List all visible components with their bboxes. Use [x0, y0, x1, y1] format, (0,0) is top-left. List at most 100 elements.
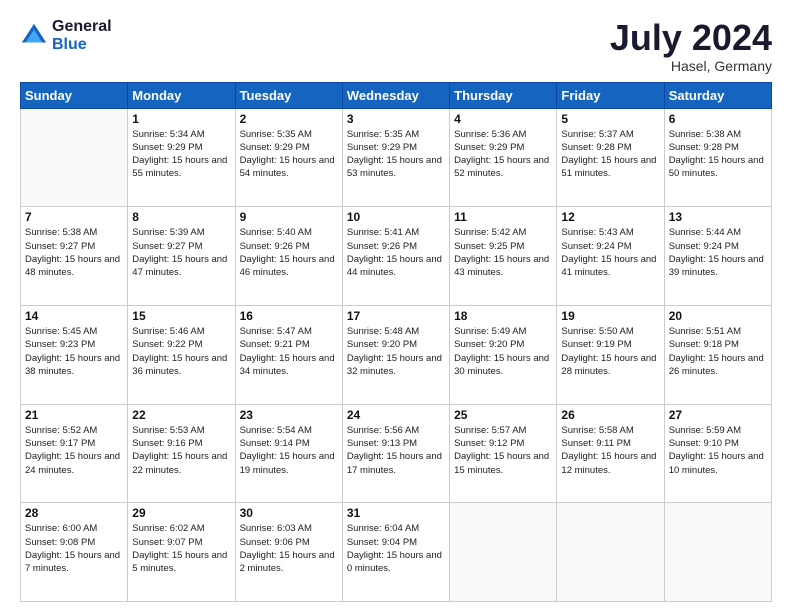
day-info: Sunrise: 5:37 AMSunset: 9:28 PMDaylight:…: [561, 128, 659, 181]
day-number: 28: [25, 506, 123, 520]
day-info: Sunrise: 5:38 AMSunset: 9:28 PMDaylight:…: [669, 128, 767, 181]
calendar-week-row: 21Sunrise: 5:52 AMSunset: 9:17 PMDayligh…: [21, 404, 772, 503]
day-number: 8: [132, 210, 230, 224]
table-row: 27 Sunrise: 5:59 AMSunset: 9:10 PMDayligh…: [664, 404, 771, 503]
table-row: 20Sunrise: 5:51 AMSunset: 9:18 PMDayligh…: [664, 305, 771, 404]
day-info: Sunrise: 5:34 AMSunset: 9:29 PMDaylight:…: [132, 128, 230, 181]
table-row: 1 Sunrise: 5:34 AMSunset: 9:29 PMDaylight…: [128, 108, 235, 207]
day-number: 1: [132, 112, 230, 126]
day-number: 13: [669, 210, 767, 224]
table-row: 14 Sunrise: 5:45 AMSunset: 9:23 PMDayligh…: [21, 305, 128, 404]
table-row: 19Sunrise: 5:50 AMSunset: 9:19 PMDayligh…: [557, 305, 664, 404]
table-row: 10 Sunrise: 5:41 AMSunset: 9:26 PMDayligh…: [342, 207, 449, 306]
table-row: 11 Sunrise: 5:42 AMSunset: 9:25 PMDayligh…: [450, 207, 557, 306]
day-number: 9: [240, 210, 338, 224]
day-info: Sunrise: 5:35 AMSunset: 9:29 PMDaylight:…: [240, 128, 338, 181]
calendar-week-row: 14 Sunrise: 5:45 AMSunset: 9:23 PMDayligh…: [21, 305, 772, 404]
table-row: [21, 108, 128, 207]
day-info: Sunrise: 5:58 AMSunset: 9:11 PMDaylight:…: [561, 424, 659, 477]
month-title: July 2024: [610, 18, 772, 58]
table-row: 24Sunrise: 5:56 AMSunset: 9:13 PMDayligh…: [342, 404, 449, 503]
day-info: Sunrise: 5:36 AMSunset: 9:29 PMDaylight:…: [454, 128, 552, 181]
day-info: Sunrise: 6:02 AMSunset: 9:07 PMDaylight:…: [132, 522, 230, 575]
title-area: July 2024 Hasel, Germany: [610, 18, 772, 74]
day-info: Sunrise: 6:03 AMSunset: 9:06 PMDaylight:…: [240, 522, 338, 575]
table-row: 6 Sunrise: 5:38 AMSunset: 9:28 PMDaylight…: [664, 108, 771, 207]
day-info: Sunrise: 5:48 AMSunset: 9:20 PMDaylight:…: [347, 325, 445, 378]
day-info: Sunrise: 5:44 AMSunset: 9:24 PMDaylight:…: [669, 226, 767, 279]
calendar-week-row: 1 Sunrise: 5:34 AMSunset: 9:29 PMDaylight…: [21, 108, 772, 207]
day-number: 10: [347, 210, 445, 224]
day-number: 26: [561, 408, 659, 422]
day-number: 27: [669, 408, 767, 422]
day-info: Sunrise: 5:39 AMSunset: 9:27 PMDaylight:…: [132, 226, 230, 279]
day-info: Sunrise: 6:00 AMSunset: 9:08 PMDaylight:…: [25, 522, 123, 575]
col-sunday: Sunday: [21, 82, 128, 108]
page: General Blue July 2024 Hasel, Germany Su…: [0, 0, 792, 612]
day-number: 11: [454, 210, 552, 224]
table-row: 7Sunrise: 5:38 AMSunset: 9:27 PMDaylight…: [21, 207, 128, 306]
calendar-body: 1 Sunrise: 5:34 AMSunset: 9:29 PMDaylight…: [21, 108, 772, 601]
day-number: 14: [25, 309, 123, 323]
day-number: 23: [240, 408, 338, 422]
table-row: 25Sunrise: 5:57 AMSunset: 9:12 PMDayligh…: [450, 404, 557, 503]
day-number: 17: [347, 309, 445, 323]
table-row: 2 Sunrise: 5:35 AMSunset: 9:29 PMDaylight…: [235, 108, 342, 207]
table-row: 28 Sunrise: 6:00 AMSunset: 9:08 PMDayligh…: [21, 503, 128, 602]
day-info: Sunrise: 5:50 AMSunset: 9:19 PMDaylight:…: [561, 325, 659, 378]
day-number: 12: [561, 210, 659, 224]
table-row: 29 Sunrise: 6:02 AMSunset: 9:07 PMDayligh…: [128, 503, 235, 602]
day-info: Sunrise: 5:40 AMSunset: 9:26 PMDaylight:…: [240, 226, 338, 279]
location: Hasel, Germany: [610, 58, 772, 74]
day-info: Sunrise: 5:41 AMSunset: 9:26 PMDaylight:…: [347, 226, 445, 279]
day-info: Sunrise: 5:35 AMSunset: 9:29 PMDaylight:…: [347, 128, 445, 181]
table-row: 17 Sunrise: 5:48 AMSunset: 9:20 PMDayligh…: [342, 305, 449, 404]
calendar-week-row: 7Sunrise: 5:38 AMSunset: 9:27 PMDaylight…: [21, 207, 772, 306]
table-row: 4 Sunrise: 5:36 AMSunset: 9:29 PMDaylight…: [450, 108, 557, 207]
day-info: Sunrise: 5:45 AMSunset: 9:23 PMDaylight:…: [25, 325, 123, 378]
day-number: 21: [25, 408, 123, 422]
day-info: Sunrise: 6:04 AMSunset: 9:04 PMDaylight:…: [347, 522, 445, 575]
table-row: 8 Sunrise: 5:39 AMSunset: 9:27 PMDaylight…: [128, 207, 235, 306]
calendar-table: Sunday Monday Tuesday Wednesday Thursday…: [20, 82, 772, 602]
day-number: 29: [132, 506, 230, 520]
table-row: [664, 503, 771, 602]
day-number: 18: [454, 309, 552, 323]
day-number: 7: [25, 210, 123, 224]
header: General Blue July 2024 Hasel, Germany: [20, 18, 772, 74]
day-number: 16: [240, 309, 338, 323]
day-number: 22: [132, 408, 230, 422]
day-info: Sunrise: 5:54 AMSunset: 9:14 PMDaylight:…: [240, 424, 338, 477]
table-row: 22 Sunrise: 5:53 AMSunset: 9:16 PMDayligh…: [128, 404, 235, 503]
day-number: 2: [240, 112, 338, 126]
day-number: 6: [669, 112, 767, 126]
table-row: 26 Sunrise: 5:58 AMSunset: 9:11 PMDayligh…: [557, 404, 664, 503]
table-row: 3 Sunrise: 5:35 AMSunset: 9:29 PMDaylight…: [342, 108, 449, 207]
table-row: [557, 503, 664, 602]
day-info: Sunrise: 5:59 AMSunset: 9:10 PMDaylight:…: [669, 424, 767, 477]
table-row: 23 Sunrise: 5:54 AMSunset: 9:14 PMDayligh…: [235, 404, 342, 503]
day-info: Sunrise: 5:42 AMSunset: 9:25 PMDaylight:…: [454, 226, 552, 279]
logo: General Blue: [20, 18, 112, 53]
day-number: 3: [347, 112, 445, 126]
day-info: Sunrise: 5:43 AMSunset: 9:24 PMDaylight:…: [561, 226, 659, 279]
table-row: 16 Sunrise: 5:47 AMSunset: 9:21 PMDayligh…: [235, 305, 342, 404]
day-number: 15: [132, 309, 230, 323]
col-thursday: Thursday: [450, 82, 557, 108]
day-number: 20: [669, 309, 767, 323]
table-row: 9 Sunrise: 5:40 AMSunset: 9:26 PMDaylight…: [235, 207, 342, 306]
table-row: 18 Sunrise: 5:49 AMSunset: 9:20 PMDayligh…: [450, 305, 557, 404]
day-number: 31: [347, 506, 445, 520]
col-wednesday: Wednesday: [342, 82, 449, 108]
day-info: Sunrise: 5:49 AMSunset: 9:20 PMDaylight:…: [454, 325, 552, 378]
day-number: 4: [454, 112, 552, 126]
table-row: [450, 503, 557, 602]
logo-text: General Blue: [52, 18, 112, 53]
table-row: 13 Sunrise: 5:44 AMSunset: 9:24 PMDayligh…: [664, 207, 771, 306]
day-number: 30: [240, 506, 338, 520]
table-row: 30 Sunrise: 6:03 AMSunset: 9:06 PMDayligh…: [235, 503, 342, 602]
day-info: Sunrise: 5:47 AMSunset: 9:21 PMDaylight:…: [240, 325, 338, 378]
logo-icon: [20, 22, 48, 50]
day-info: Sunrise: 5:53 AMSunset: 9:16 PMDaylight:…: [132, 424, 230, 477]
col-saturday: Saturday: [664, 82, 771, 108]
